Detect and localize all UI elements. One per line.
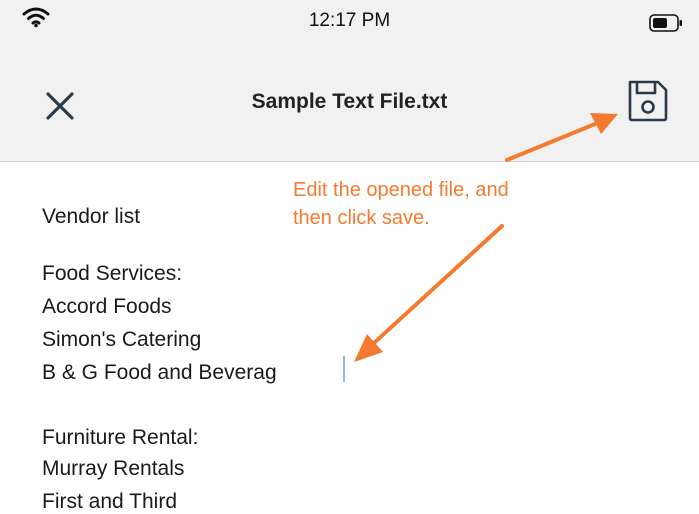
status-bar: 12:17 PM xyxy=(0,0,699,42)
callout-line-2: then click save. xyxy=(293,207,430,229)
editor-line: First and Third xyxy=(42,490,177,513)
editor-line: Vendor list xyxy=(42,205,141,228)
editor-line: Furniture Rental: xyxy=(42,426,199,449)
status-time: 12:17 PM xyxy=(308,10,391,31)
battery-icon xyxy=(649,14,682,32)
editor-line: Simon's Catering xyxy=(42,328,202,351)
text-cursor xyxy=(343,356,345,382)
file-title: Sample Text File.txt xyxy=(251,90,448,113)
save-floppy-icon[interactable] xyxy=(624,78,670,124)
navigation-bar: Sample Text File.txt xyxy=(0,42,699,162)
editor-line: B & G Food and Beverag xyxy=(42,361,277,384)
editor-line: Murray Rentals xyxy=(42,457,185,480)
text-editor-screen: 12:17 PM Sample Text File.txt Vendor lis… xyxy=(0,0,699,514)
callout-line-1: Edit the opened file, and xyxy=(293,179,509,201)
editor-line: Accord Foods xyxy=(42,295,172,318)
editor-line: Food Services: xyxy=(42,262,183,285)
instruction-callout: Edit the opened file, and then click sav… xyxy=(293,176,509,232)
